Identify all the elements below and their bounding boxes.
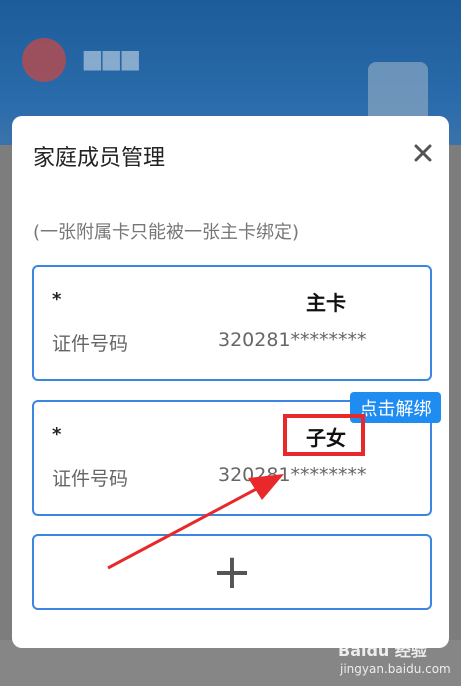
plus-icon: + — [211, 544, 253, 600]
binding-hint: (一张附属卡只能被一张主卡绑定) — [33, 222, 300, 243]
close-icon — [414, 144, 432, 162]
family-member-modal: 家庭成员管理 (一张附属卡只能被一张主卡绑定) * 主卡 证件号码 320281… — [12, 116, 449, 648]
add-member-button[interactable]: + — [32, 534, 432, 610]
id-label: 证件号码 — [52, 333, 129, 355]
member-role: 主卡 — [306, 291, 346, 315]
id-value: 320281******** — [218, 329, 367, 351]
id-value: 320281******** — [218, 464, 367, 486]
background-avatar — [368, 62, 428, 122]
app-logo — [22, 38, 66, 82]
annotation-highlight-box — [283, 414, 365, 456]
close-button[interactable] — [408, 138, 438, 168]
member-name: * — [52, 424, 62, 445]
id-label: 证件号码 — [52, 468, 129, 490]
watermark-url: jingyan.baidu.com — [340, 662, 451, 676]
member-card-main[interactable]: * 主卡 证件号码 320281******** — [32, 265, 432, 381]
baidu-watermark: Baidu 经验 — [338, 641, 427, 660]
app-title-blurred: ▆▆▆ — [84, 46, 141, 71]
member-name: * — [52, 289, 62, 310]
modal-title: 家庭成员管理 — [33, 146, 166, 171]
